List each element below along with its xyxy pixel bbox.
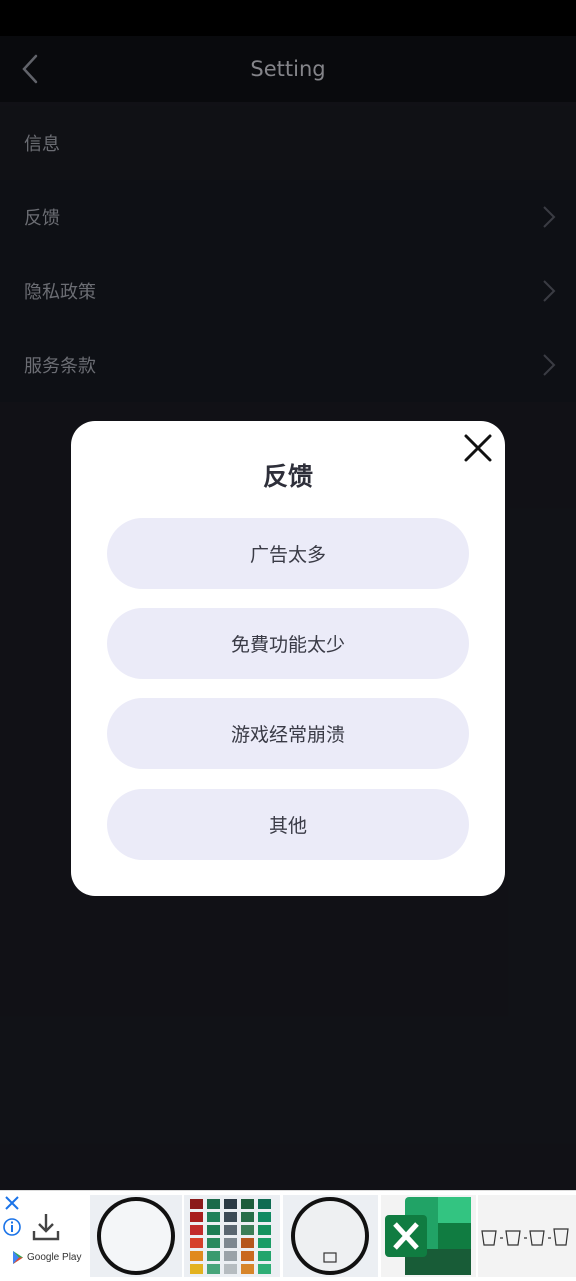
feedback-option-other[interactable]: 其他 <box>107 789 469 860</box>
ad-thumbnail[interactable] <box>90 1195 182 1277</box>
feedback-option-crashes[interactable]: 游戏经常崩溃 <box>107 698 469 769</box>
color-grid-image <box>190 1199 271 1274</box>
ring-logo-image <box>291 1197 369 1275</box>
ad-thumbnail[interactable] <box>283 1195 378 1277</box>
status-bar <box>0 0 576 36</box>
google-play-badge[interactable]: Google Play <box>12 1251 81 1264</box>
ring-image <box>97 1197 175 1275</box>
download-icon[interactable] <box>30 1211 62 1243</box>
feedback-option-too-many-ads[interactable]: 广告太多 <box>107 518 469 589</box>
feedback-dialog: 反馈 广告太多 免費功能太少 游戏经常崩溃 其他 <box>71 421 505 896</box>
ad-banner[interactable]: Google Play <box>0 1190 576 1281</box>
bucket-icons-image <box>481 1228 569 1246</box>
google-play-icon <box>13 1251 23 1264</box>
ad-thumbnail[interactable] <box>184 1195 280 1277</box>
info-icon[interactable] <box>2 1217 22 1237</box>
ad-close-icon[interactable] <box>4 1195 20 1211</box>
feedback-option-few-free-features[interactable]: 免費功能太少 <box>107 608 469 679</box>
dialog-title: 反馈 <box>262 462 313 491</box>
excel-icon <box>385 1197 471 1275</box>
ad-thumbnail[interactable] <box>478 1195 576 1277</box>
ad-thumbnail[interactable] <box>381 1195 476 1277</box>
store-label: Google Play <box>27 1252 82 1263</box>
